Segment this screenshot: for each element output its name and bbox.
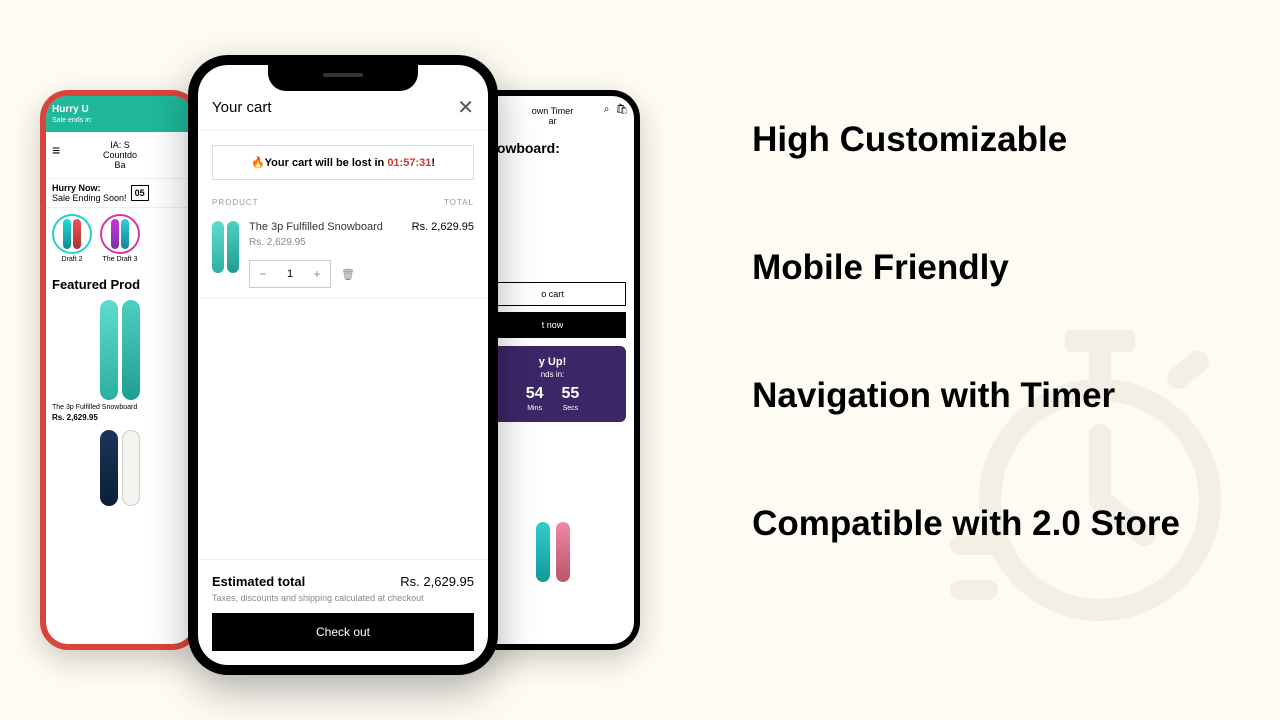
draft-circles: Draft 2 The Draft 3 [46, 208, 194, 269]
draft-item[interactable]: The Draft 3 [100, 214, 140, 263]
estimated-value: Rs. 2,629.95 [400, 574, 474, 589]
cart-line-item: The 3p Fulfilled Snowboard Rs. 2,629.95 … [198, 211, 488, 299]
banner-title: Hurry U [52, 104, 188, 115]
cart-product-name: The 3p Fulfilled Snowboard [249, 221, 402, 233]
menu-icon[interactable]: ≡ [52, 142, 60, 158]
taxes-note: Taxes, discounts and shipping calculated… [212, 593, 474, 603]
countdown-widget: y Up! nds in: 54 Mins 55 Secs [479, 346, 626, 422]
cart-product-price: Rs. 2,629.95 [249, 237, 402, 248]
draft-item[interactable]: Draft 2 [52, 214, 92, 263]
sale-banner: Hurry U Sale ends in: [46, 96, 194, 132]
line-total: Rs. 2,629.95 [412, 221, 474, 288]
cart-warning: 🔥Your cart will be lost in 01:57:31! [212, 145, 474, 180]
search-icon[interactable]: ⌕ [604, 104, 610, 115]
product-thumb[interactable] [212, 221, 239, 288]
feature-item: Compatible with 2.0 Store [752, 504, 1180, 544]
phone-mockup-left: Hurry U Sale ends in: ≡ IA: S Countdo Ba… [40, 90, 200, 650]
cart-footer: Estimated total Rs. 2,629.95 Taxes, disc… [198, 559, 488, 665]
qty-value: 1 [276, 268, 304, 280]
product-card[interactable]: The 3p Fulfilled Snowboard Rs. 2,629.95 [46, 296, 194, 510]
timer-secs: 55 [562, 385, 580, 403]
qty-plus-button[interactable]: + [304, 261, 330, 287]
timer-mins: 54 [526, 385, 544, 403]
feature-item: Mobile Friendly [752, 248, 1180, 288]
phone-mockup-center: Your cart ✕ 🔥Your cart will be lost in 0… [188, 55, 498, 675]
warning-time: 01:57:31 [387, 157, 431, 169]
feature-item: High Customizable [752, 120, 1180, 160]
trash-icon[interactable]: 🗑︎ [341, 268, 355, 281]
cart-icon[interactable]: 🛍︎ [615, 104, 628, 115]
estimated-label: Estimated total [212, 574, 305, 589]
checkout-button[interactable]: Check out [212, 613, 474, 651]
feature-list: High Customizable Mobile Friendly Naviga… [752, 120, 1180, 544]
quantity-stepper: − 1 + [249, 260, 331, 288]
add-to-cart-button[interactable]: o cart [479, 282, 626, 306]
cart-title: Your cart [212, 99, 271, 116]
store-header: ≡ IA: S Countdo Ba [46, 132, 194, 178]
countdown-box: 05 [131, 185, 149, 201]
buy-now-button[interactable]: t now [479, 312, 626, 338]
hurry-bar: Hurry Now: Sale Ending Soon! 05 [46, 178, 194, 208]
feature-item: Navigation with Timer [752, 376, 1180, 416]
featured-heading: Featured Prod [46, 269, 194, 296]
qty-minus-button[interactable]: − [250, 261, 276, 287]
cart-table-header: PRODUCT TOTAL [198, 194, 488, 211]
close-icon[interactable]: ✕ [457, 95, 474, 120]
banner-subtitle: Sale ends in: [52, 117, 188, 124]
